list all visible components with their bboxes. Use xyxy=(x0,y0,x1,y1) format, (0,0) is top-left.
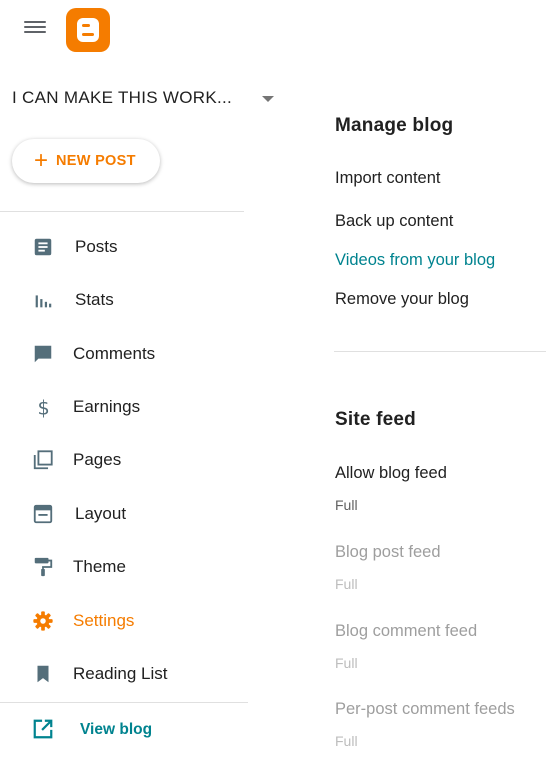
import-content-link[interactable]: Import content xyxy=(335,169,440,188)
sidebar-divider xyxy=(0,211,244,212)
back-up-content-link[interactable]: Back up content xyxy=(335,212,453,231)
gear-icon xyxy=(33,611,53,631)
view-blog-label: View blog xyxy=(80,721,153,738)
manage-blog-heading: Manage blog xyxy=(335,115,454,136)
new-post-button[interactable]: + NEW POST xyxy=(12,139,160,183)
hamburger-menu-icon[interactable] xyxy=(24,18,46,36)
sidebar-item-label: Posts xyxy=(75,237,118,256)
view-blog-link[interactable]: View blog xyxy=(0,707,246,751)
pages-icon xyxy=(33,450,53,470)
stats-icon xyxy=(35,295,52,308)
sidebar-item-label: Pages xyxy=(73,450,122,469)
comments-icon xyxy=(34,345,52,363)
posts-icon xyxy=(34,238,52,256)
per-post-comment-feeds-value: Full xyxy=(335,733,358,749)
sidebar-item-posts[interactable]: Posts xyxy=(0,225,246,269)
site-feed-heading: Site feed xyxy=(335,409,416,430)
sidebar-divider xyxy=(0,702,248,703)
sidebar-item-label: Earnings xyxy=(73,397,141,416)
allow-blog-feed-setting[interactable]: Allow blog feed xyxy=(335,464,447,483)
blog-comment-feed-setting: Blog comment feed xyxy=(335,622,478,640)
sidebar-item-reading-list[interactable]: Reading List xyxy=(0,652,246,696)
remove-blog-link[interactable]: Remove your blog xyxy=(335,290,469,309)
open-in-new-icon xyxy=(33,719,53,739)
blogger-logo-icon[interactable] xyxy=(66,8,110,52)
blog-title[interactable]: I CAN MAKE THIS WORK... xyxy=(12,88,232,108)
sidebar-item-settings[interactable]: Settings xyxy=(0,599,246,643)
blog-selector-dropdown-icon[interactable] xyxy=(262,96,274,102)
blog-post-feed-value: Full xyxy=(335,576,358,592)
sidebar-item-stats[interactable]: Stats xyxy=(0,278,246,322)
section-divider xyxy=(334,351,546,352)
sidebar-item-theme[interactable]: Theme xyxy=(0,545,246,589)
sidebar-item-earnings[interactable]: $ Earnings xyxy=(0,385,246,429)
per-post-comment-feeds-setting: Per-post comment feeds xyxy=(335,700,515,718)
bookmark-icon xyxy=(37,665,49,683)
sidebar-item-comments[interactable]: Comments xyxy=(0,332,246,376)
sidebar-item-label: Settings xyxy=(73,611,135,630)
dollar-icon: $ xyxy=(38,396,50,418)
plus-icon: + xyxy=(34,147,49,174)
sidebar-item-label: Theme xyxy=(73,557,126,576)
sidebar-item-label: Comments xyxy=(73,344,156,363)
layout-icon xyxy=(33,504,53,524)
blog-post-feed-setting: Blog post feed xyxy=(335,543,441,561)
sidebar-item-label: Reading List xyxy=(73,664,168,683)
allow-blog-feed-value: Full xyxy=(335,497,358,513)
sidebar-item-pages[interactable]: Pages xyxy=(0,438,246,482)
sidebar-item-label: Stats xyxy=(75,290,114,309)
paint-roller-icon xyxy=(34,557,53,577)
blog-comment-feed-value: Full xyxy=(335,655,358,671)
new-post-label: NEW POST xyxy=(56,153,136,169)
sidebar-item-layout[interactable]: Layout xyxy=(0,492,246,536)
svg-text:$: $ xyxy=(38,396,50,418)
sidebar-item-label: Layout xyxy=(75,504,127,523)
videos-from-blog-link[interactable]: Videos from your blog xyxy=(335,251,495,270)
